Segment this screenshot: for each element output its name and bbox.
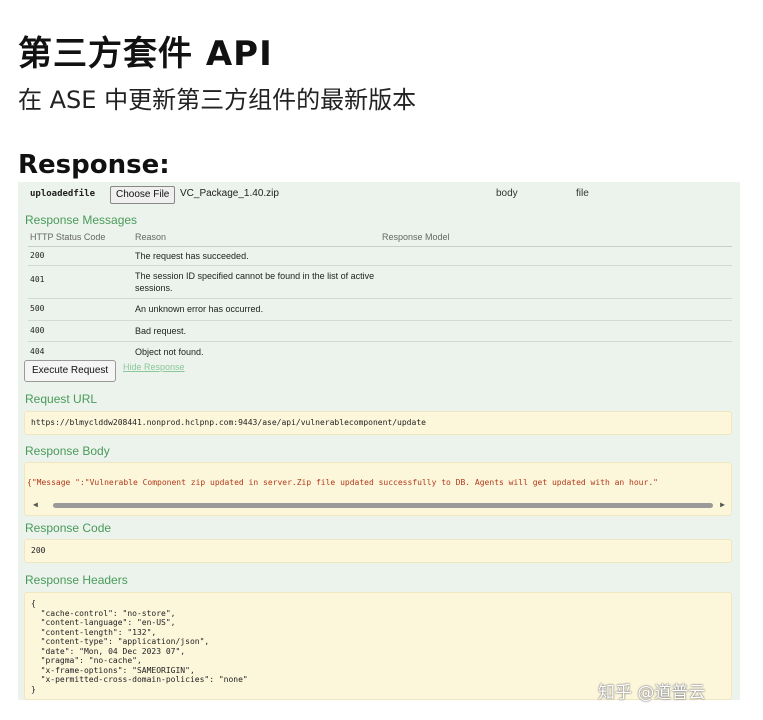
- page-title: 第三方套件 API: [18, 34, 273, 74]
- request-url-value: https://blmyclddw208441.nonprod.hclpnp.c…: [31, 418, 426, 427]
- status-code: 400: [30, 326, 45, 335]
- table-row: 200 The request has succeeded.: [28, 246, 732, 266]
- table-row: 400 Bad request.: [28, 321, 732, 342]
- response-heading: Response:: [18, 150, 170, 180]
- response-messages-table-header: HTTP Status Code Reason Response Model: [28, 232, 732, 247]
- response-body-box: {"Message ":"Vulnerable Component zip up…: [24, 462, 732, 516]
- scrollbar-thumb[interactable]: [53, 503, 713, 508]
- column-header-reason: Reason: [135, 232, 167, 242]
- watermark: 知乎 @道普云: [598, 683, 706, 703]
- hide-response-link[interactable]: Hide Response: [123, 362, 185, 372]
- response-code-box: 200: [24, 539, 732, 563]
- status-reason: The request has succeeded.: [135, 251, 249, 261]
- status-reason: Bad request.: [135, 326, 187, 336]
- parameter-row: uploadedfile Choose File VC_Package_1.40…: [18, 184, 740, 206]
- parameter-data-type: file: [576, 188, 589, 199]
- status-reason: An unknown error has occurred.: [135, 304, 264, 314]
- response-body-heading: Response Body: [25, 444, 110, 458]
- parameter-name: uploadedfile: [30, 189, 96, 199]
- swagger-panel: uploadedfile Choose File VC_Package_1.40…: [18, 182, 740, 700]
- parameter-type: body: [496, 188, 518, 199]
- response-headers-heading: Response Headers: [25, 573, 128, 587]
- column-header-status-code: HTTP Status Code: [30, 232, 106, 242]
- scroll-left-icon[interactable]: ◀: [33, 500, 38, 509]
- status-code: 401: [30, 275, 45, 284]
- response-messages-heading: Response Messages: [25, 213, 138, 227]
- status-code: 404: [30, 347, 45, 356]
- table-row: 404 Object not found.: [28, 342, 732, 362]
- response-code-value: 200: [31, 546, 46, 555]
- column-header-response-model: Response Model: [382, 232, 450, 242]
- request-url-heading: Request URL: [25, 392, 98, 406]
- status-reason: Object not found.: [135, 347, 204, 357]
- status-code: 200: [30, 251, 45, 260]
- page-subtitle: 在 ASE 中更新第三方组件的最新版本: [18, 86, 417, 114]
- status-code: 500: [30, 304, 45, 313]
- execute-request-button[interactable]: Execute Request: [24, 360, 117, 382]
- scroll-right-icon[interactable]: ▶: [720, 500, 725, 509]
- response-code-heading: Response Code: [25, 521, 112, 535]
- response-body-value: {"Message ":"Vulnerable Component zip up…: [27, 478, 658, 487]
- table-row: 500 An unknown error has occurred.: [28, 299, 732, 321]
- request-url-box: https://blmyclddw208441.nonprod.hclpnp.c…: [24, 411, 732, 435]
- selected-file-name: VC_Package_1.40.zip: [180, 188, 279, 199]
- status-reason: The session ID specified cannot be found…: [135, 271, 375, 293]
- horizontal-scrollbar[interactable]: ◀ ▶: [29, 500, 729, 510]
- choose-file-button[interactable]: Choose File: [110, 186, 176, 204]
- response-messages-table: 200 The request has succeeded. 401 The s…: [28, 246, 732, 362]
- response-headers-value: { "cache-control": "no-store", "content-…: [31, 599, 248, 694]
- table-row: 401 The session ID specified cannot be f…: [28, 266, 732, 299]
